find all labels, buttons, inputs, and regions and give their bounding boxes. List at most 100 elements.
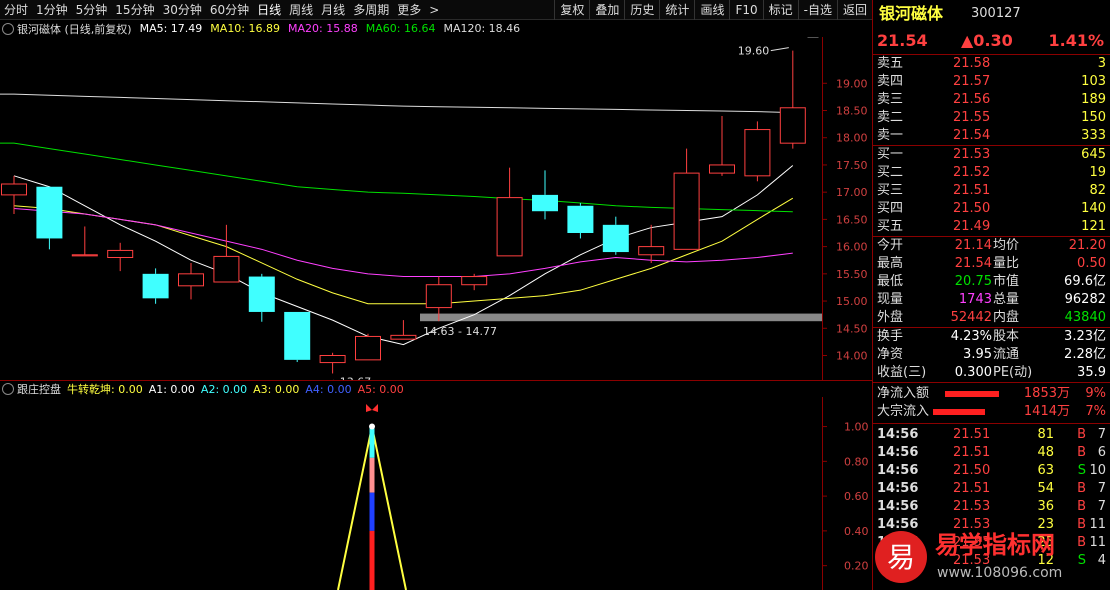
ma10-label: MA10: 16.89 <box>210 22 281 35</box>
period-tab-3[interactable]: 15分钟 <box>111 0 158 20</box>
action-button-7[interactable]: -自选 <box>797 0 837 20</box>
candle[interactable] <box>355 333 381 361</box>
bid-row: 买一 21.53 645 <box>873 146 1110 164</box>
action-button-4[interactable]: 画线 <box>694 0 729 20</box>
ma20-label: MA20: 15.88 <box>288 22 358 35</box>
ask-volume: 333 <box>1081 128 1106 143</box>
ask-price: 21.56 <box>953 92 991 107</box>
candle[interactable] <box>71 226 98 257</box>
period-tab-1[interactable]: 1分钟 <box>32 0 72 20</box>
tick-count: 11 <box>1089 535 1106 550</box>
settings-circle-icon[interactable] <box>2 22 14 35</box>
stat-label: 最低 <box>877 274 904 289</box>
action-button-1[interactable]: 叠加 <box>589 0 624 20</box>
candle[interactable] <box>284 311 311 363</box>
candle[interactable] <box>390 320 417 340</box>
action-button-3[interactable]: 统计 <box>659 0 694 20</box>
money-flow-block: 净流入额 1853万 9% 大宗流入 1414万 7% <box>873 383 1110 424</box>
candle-body <box>709 164 735 174</box>
stat-label: 现量 <box>877 292 904 307</box>
price-tick-label: 19.00 <box>836 77 868 90</box>
ask-row: 卖三 21.56 189 <box>873 91 1110 109</box>
candle[interactable] <box>178 262 204 300</box>
action-button-8[interactable]: 返回 <box>836 0 872 20</box>
candle[interactable] <box>461 273 488 291</box>
candle-body <box>107 249 134 259</box>
candle[interactable] <box>36 186 63 250</box>
candle[interactable] <box>496 167 523 257</box>
candle-body <box>390 334 417 340</box>
candle[interactable] <box>1 175 27 214</box>
stat-label: 外盘 <box>877 310 904 325</box>
high-annotation: 19.60 <box>738 45 770 58</box>
period-tab-9[interactable]: 多周期 <box>349 0 393 20</box>
candle[interactable] <box>248 273 275 322</box>
period-tab-8[interactable]: 月线 <box>317 0 349 20</box>
candle[interactable] <box>319 352 346 374</box>
price-tick-label: 16.00 <box>836 241 868 254</box>
action-button-0[interactable]: 复权 <box>554 0 589 20</box>
stat-label: 最高 <box>877 256 904 271</box>
candle[interactable] <box>107 242 134 272</box>
candle[interactable] <box>142 268 169 304</box>
candle-body <box>567 205 594 233</box>
tick-volume: 23 <box>1037 517 1054 532</box>
indicator-bar-segment <box>369 457 375 493</box>
period-tab-10[interactable]: 更多 <box>393 0 425 20</box>
bid-price: 21.49 <box>953 219 991 234</box>
candle[interactable] <box>673 148 700 250</box>
price-tick-label: 14.50 <box>836 322 868 335</box>
candle[interactable] <box>779 50 806 149</box>
indicator-tick-label: 0.40 <box>844 525 869 538</box>
butterfly-signal-icon <box>366 404 378 412</box>
indicator-settings-icon[interactable] <box>2 383 14 395</box>
indicator-chart[interactable]: 1.00 0.80 0.60 0.40 0.20 <box>0 397 872 590</box>
tick-row: 14:56 21.53 23 B 11 <box>873 516 1110 534</box>
stat-label: 总量 <box>993 292 1020 307</box>
period-tab-0[interactable]: 分时 <box>0 0 32 20</box>
money-flow-row: 净流入额 1853万 9% <box>873 385 1110 403</box>
candle-body <box>248 276 275 312</box>
ask-row: 卖二 21.55 150 <box>873 109 1110 127</box>
stat-value: 52442 <box>950 310 992 325</box>
candle[interactable] <box>602 216 629 255</box>
bid-label: 买四 <box>877 201 904 216</box>
period-tab-2[interactable]: 5分钟 <box>72 0 112 20</box>
action-button-5[interactable]: F10 <box>729 0 762 20</box>
indicator-tick-label: 0.60 <box>844 490 869 503</box>
fund-value: 2.28亿 <box>1064 347 1106 362</box>
period-tab-5[interactable]: 60分钟 <box>206 0 253 20</box>
indicator-value-1: A1: 0.00 <box>148 382 195 396</box>
indicator-peak-dot <box>369 423 375 430</box>
price-tick-label: 18.50 <box>836 105 868 118</box>
period-tab-6[interactable]: 日线 <box>253 0 285 20</box>
action-button-6[interactable]: 标记 <box>762 0 798 20</box>
tick-row: 14:56 21.53 25 B 11 <box>873 534 1110 552</box>
candle[interactable] <box>567 203 594 239</box>
tick-count: 7 <box>1097 499 1106 514</box>
period-tab-7[interactable]: 周线 <box>285 0 317 20</box>
stats-row: 最低 20.75 市值 69.6亿 <box>873 273 1110 291</box>
price-tick-label: 14.00 <box>836 350 868 363</box>
candle[interactable] <box>744 121 771 182</box>
candlestick-chart[interactable]: 19.00 18.50 18.00 17.50 17.00 16.50 16.00 15.50… <box>0 37 872 380</box>
flow-bar <box>945 391 999 397</box>
candle-body <box>1 183 27 196</box>
action-button-2[interactable]: 历史 <box>624 0 659 20</box>
candle[interactable] <box>709 115 735 176</box>
stats-block: 今开 21.14 均价 21.20 最高 21.54 量比 0.50 最低 20.75 市值 69.6… <box>873 237 1110 328</box>
tick-row: 14:56 21.51 48 B 6 <box>873 444 1110 462</box>
more-chevron-icon[interactable]: > <box>425 0 443 20</box>
price-tick-label: 15.00 <box>836 295 868 308</box>
tick-time: 14:56 <box>877 463 919 478</box>
tick-price: 21.53 <box>953 499 991 514</box>
tick-time: 14:56 <box>877 517 919 532</box>
stat-value: 0.50 <box>1077 256 1106 271</box>
candle[interactable] <box>532 170 558 220</box>
bid-label: 买一 <box>877 147 904 162</box>
flow-value: 1414万 <box>1023 404 1070 419</box>
bid-price: 21.53 <box>953 147 991 162</box>
candle[interactable] <box>213 224 240 283</box>
period-tab-4[interactable]: 30分钟 <box>159 0 206 20</box>
tick-price: 21.51 <box>953 427 991 442</box>
